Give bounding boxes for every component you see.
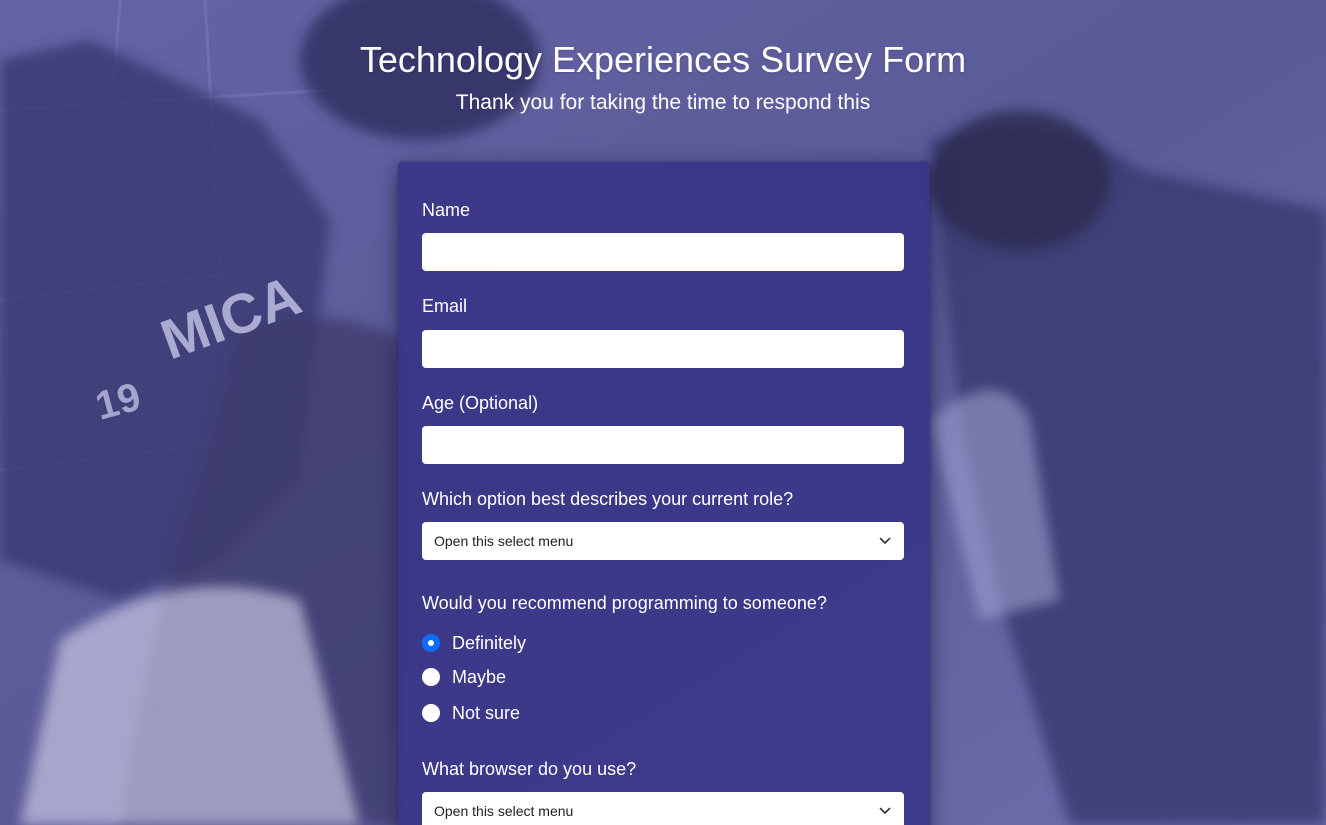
radio-label: Not sure	[452, 703, 521, 723]
page-subtitle: Thank you for taking the time to respond…	[455, 91, 871, 114]
radio-option-not-sure[interactable]: Not sure	[422, 701, 520, 725]
page-header: Technology Experiences Survey Form Thank…	[0, 38, 1326, 116]
radio-label: Definitely	[452, 633, 527, 653]
radio-option-definitely[interactable]: Definitely	[422, 631, 526, 655]
browser-select-value: Open this select menu	[434, 803, 574, 819]
page-title: Technology Experiences Survey Form	[359, 39, 967, 80]
role-select-value: Open this select menu	[434, 533, 574, 549]
name-input[interactable]	[422, 233, 904, 271]
browser-select[interactable]: Open this select menu	[422, 792, 904, 825]
role-select[interactable]: Open this select menu	[422, 522, 904, 560]
survey-page: MICA 19 Technology Experiences Survey Fo…	[0, 0, 1326, 825]
recommend-label: Would you recommend programming to someo…	[422, 593, 827, 613]
radio-option-maybe[interactable]: Maybe	[422, 665, 506, 689]
email-input[interactable]	[422, 330, 904, 368]
age-label: Age (Optional)	[422, 393, 539, 413]
radio-button-checked[interactable]	[422, 634, 440, 652]
survey-form-card: Name Email Age (Optional) Which option b…	[398, 162, 930, 825]
email-label: Email	[422, 296, 468, 316]
radio-button[interactable]	[422, 704, 440, 722]
browser-label: What browser do you use?	[422, 759, 637, 779]
radio-label: Maybe	[452, 667, 507, 687]
name-label: Name	[422, 200, 471, 220]
age-input[interactable]	[422, 426, 904, 464]
role-label: Which option best describes your current…	[422, 489, 794, 509]
radio-button[interactable]	[422, 668, 440, 686]
chevron-down-icon	[878, 534, 892, 548]
chevron-down-icon	[878, 804, 892, 818]
